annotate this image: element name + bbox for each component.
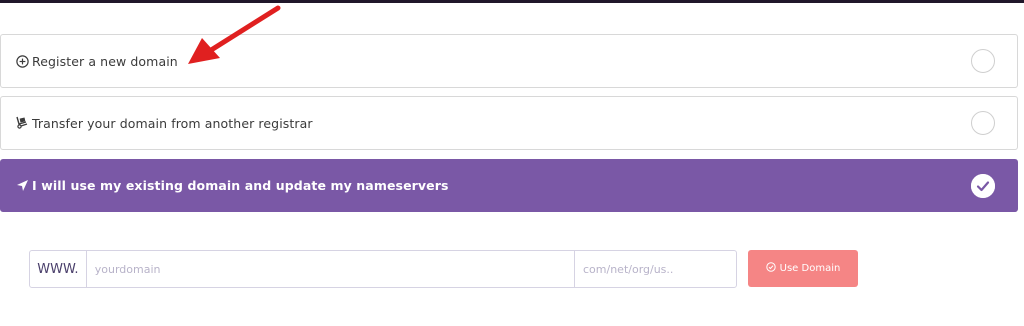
tld-input[interactable] <box>575 251 736 287</box>
domain-name-input[interactable] <box>86 251 575 287</box>
plus-circle-icon <box>15 54 29 68</box>
location-arrow-icon <box>15 179 29 193</box>
option-radio-checked[interactable] <box>971 173 995 198</box>
existing-domain-panel: WWW. Use Domain <box>0 212 1018 326</box>
use-domain-button[interactable]: Use Domain <box>748 250 858 287</box>
option-existing-domain[interactable]: I will use my existing domain and update… <box>0 159 1018 212</box>
top-bar-edge <box>0 0 1024 3</box>
option-label: I will use my existing domain and update… <box>32 178 449 193</box>
domain-choice-page: Register a new domain Transfer your doma… <box>0 0 1024 326</box>
option-label: Transfer your domain from another regist… <box>32 115 313 131</box>
checkmark-icon <box>971 173 995 198</box>
check-circle-icon <box>765 262 776 275</box>
www-prefix: WWW. <box>30 251 87 287</box>
domain-input-group: WWW. <box>29 250 737 288</box>
transfer-dolly-icon <box>15 116 29 130</box>
option-radio[interactable] <box>971 111 995 135</box>
option-register-domain[interactable]: Register a new domain <box>0 34 1018 88</box>
option-transfer-domain[interactable]: Transfer your domain from another regist… <box>0 96 1018 150</box>
option-label: Register a new domain <box>32 53 178 69</box>
option-radio[interactable] <box>971 49 995 73</box>
use-domain-label: Use Domain <box>779 263 841 274</box>
